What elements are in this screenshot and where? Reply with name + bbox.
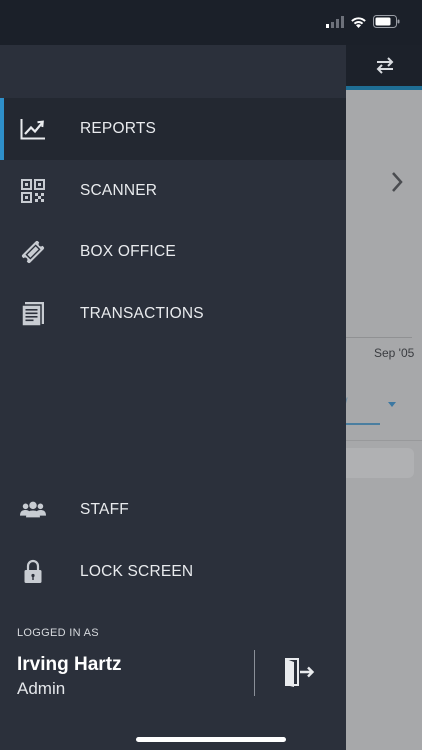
- background-divider: [346, 337, 412, 338]
- background-search-field[interactable]: [346, 448, 414, 478]
- caret-down-icon[interactable]: [388, 402, 396, 407]
- nav-item-box-office[interactable]: BOX OFFICE: [0, 221, 346, 283]
- receipt-icon: [20, 301, 46, 327]
- logged-in-label: LOGGED IN AS: [17, 627, 99, 639]
- navigation-drawer: REPORTS SCANNER BOX OFFICE TRANSACTIONS …: [0, 45, 346, 750]
- nav-item-lock-screen[interactable]: LOCK SCREEN: [0, 541, 346, 603]
- nav-item-staff[interactable]: STAFF: [0, 479, 346, 541]
- chart-line-icon: [20, 116, 46, 142]
- wifi-icon: [351, 16, 366, 28]
- user-divider: [254, 650, 255, 696]
- background-divider-2: [346, 440, 422, 441]
- signal-icon: [326, 15, 344, 28]
- nav-item-label: STAFF: [80, 501, 129, 518]
- nav-item-label: REPORTS: [80, 120, 157, 137]
- nav-item-reports[interactable]: REPORTS: [0, 98, 346, 160]
- lock-icon: [20, 559, 46, 585]
- nav-item-label: TRANSACTIONS: [80, 305, 204, 322]
- nav-item-label: LOCK SCREEN: [80, 563, 194, 580]
- battery-icon: [373, 15, 400, 28]
- status-icons: [326, 15, 400, 28]
- chevron-right-icon[interactable]: [390, 171, 404, 193]
- background-dropdown-text: /: [346, 395, 348, 410]
- people-icon: [20, 497, 46, 523]
- nav-item-label: SCANNER: [80, 182, 158, 199]
- background-date-label: Sep '05: [374, 346, 415, 360]
- qr-code-icon: [20, 178, 46, 204]
- user-role: Admin: [17, 679, 66, 698]
- background-header: [346, 45, 422, 86]
- status-bar: [0, 0, 422, 45]
- nav-item-label: BOX OFFICE: [80, 243, 176, 260]
- nav-item-scanner[interactable]: SCANNER: [0, 160, 346, 222]
- ticket-icon: [20, 239, 46, 265]
- logout-button[interactable]: [281, 654, 317, 690]
- background-dropdown-underline: [346, 423, 380, 425]
- background-header-accent: [346, 86, 422, 90]
- home-indicator[interactable]: [136, 737, 286, 742]
- background-app[interactable]: Sep '05 /: [346, 45, 422, 750]
- swap-arrows-icon[interactable]: [374, 56, 396, 74]
- logout-door-icon: [285, 658, 315, 687]
- user-name: Irving Hartz: [17, 654, 122, 675]
- nav-item-transactions[interactable]: TRANSACTIONS: [0, 283, 346, 345]
